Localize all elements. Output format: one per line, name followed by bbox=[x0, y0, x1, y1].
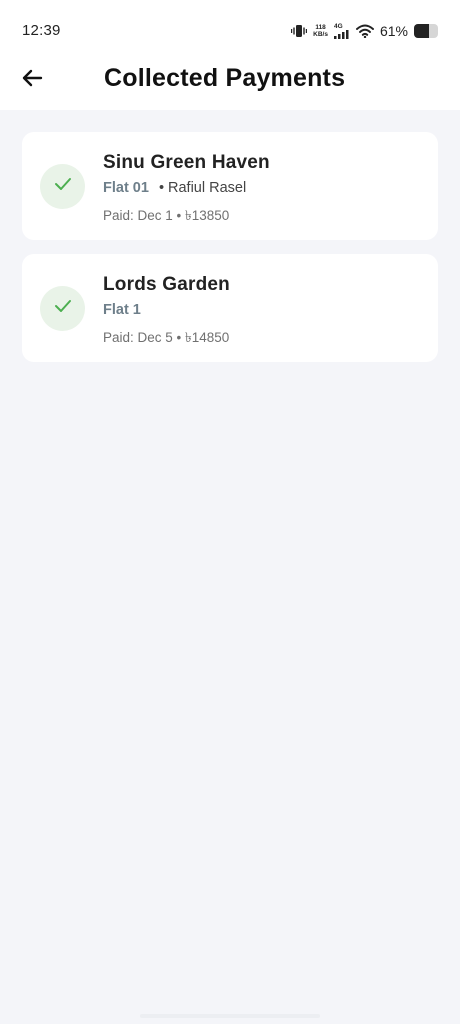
unit-line: Flat 01 • Rafiul Rasel bbox=[103, 180, 270, 196]
property-name: Sinu Green Haven bbox=[103, 152, 270, 173]
tenant-name: Rafiul Rasel bbox=[168, 180, 247, 196]
signal-icon bbox=[333, 30, 350, 39]
battery-percent: 61% bbox=[379, 23, 408, 39]
paid-status-badge bbox=[40, 164, 85, 209]
app-bar: Collected Payments bbox=[0, 52, 460, 108]
network-type: 4G bbox=[333, 23, 343, 30]
payment-card[interactable]: Sinu Green Haven Flat 01 • Rafiul Rasel … bbox=[22, 132, 438, 240]
tenant-separator: • bbox=[158, 180, 165, 196]
check-icon bbox=[54, 177, 72, 196]
status-time: 12:39 bbox=[22, 22, 61, 39]
flat-label: Flat 01 bbox=[103, 180, 149, 196]
paid-info: Paid: Dec 5 • ৳14850 bbox=[103, 330, 230, 345]
payment-details: Lords Garden Flat 1 Paid: Dec 5 • ৳14850 bbox=[103, 274, 230, 350]
wifi-icon bbox=[355, 24, 374, 38]
payment-card[interactable]: Lords Garden Flat 1 Paid: Dec 5 • ৳14850 bbox=[22, 254, 438, 362]
paid-status-badge bbox=[40, 286, 85, 331]
page-title: Collected Payments bbox=[104, 64, 346, 92]
payment-details: Sinu Green Haven Flat 01 • Rafiul Rasel … bbox=[103, 152, 270, 228]
cellular-indicator: 4G bbox=[333, 23, 350, 39]
arrow-left-icon bbox=[21, 69, 43, 92]
check-icon bbox=[54, 299, 72, 318]
payments-list: Sinu Green Haven Flat 01 • Rafiul Rasel … bbox=[22, 132, 438, 362]
network-speed-unit: KB/s bbox=[313, 31, 328, 38]
status-icons: 118 KB/s 4G 61% bbox=[291, 21, 438, 41]
home-indicator bbox=[140, 1014, 320, 1018]
top-area: 12:39 118 KB/s 4G 61% Collected Payments bbox=[0, 0, 460, 110]
battery-level bbox=[414, 24, 429, 38]
network-speed: 118 KB/s bbox=[313, 24, 328, 38]
paid-info: Paid: Dec 1 • ৳13850 bbox=[103, 208, 230, 223]
status-bar: 12:39 118 KB/s 4G 61% bbox=[0, 0, 460, 60]
property-name: Lords Garden bbox=[103, 274, 230, 295]
unit-line: Flat 1 bbox=[103, 302, 230, 318]
vibrate-icon bbox=[291, 24, 308, 38]
network-speed-value: 118 bbox=[315, 24, 326, 31]
flat-label: Flat 1 bbox=[103, 302, 141, 318]
battery-icon bbox=[414, 24, 438, 38]
back-button[interactable] bbox=[12, 60, 52, 100]
